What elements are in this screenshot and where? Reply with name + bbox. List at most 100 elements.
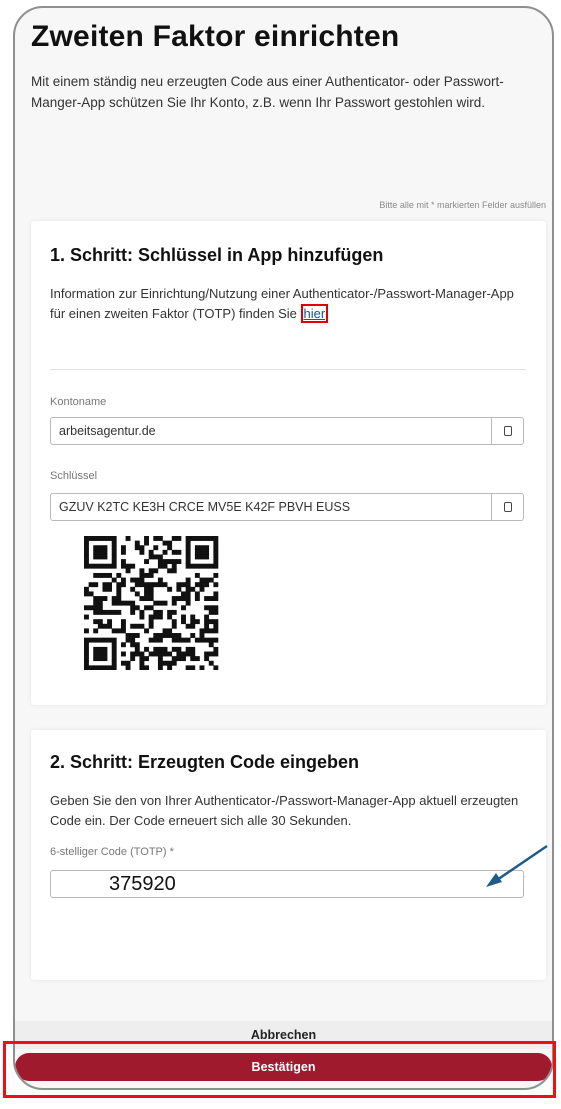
qr-module	[162, 549, 168, 555]
qr-module	[102, 554, 108, 560]
qr-module	[139, 614, 145, 620]
qr-module	[97, 623, 103, 629]
qr-module	[153, 582, 159, 588]
qr-module	[190, 651, 196, 657]
qr-module	[102, 637, 108, 643]
qr-module	[204, 656, 210, 662]
phone-frame: Zweiten Faktor einrichten Mit einem stän…	[13, 6, 554, 1090]
qr-module	[213, 559, 219, 565]
qr-module	[153, 609, 159, 615]
qr-module	[97, 646, 103, 652]
qr-module	[185, 536, 191, 541]
key-field[interactable]: GZUV K2TC KE3H CRCE MV5E K42F PBVH EUSS	[50, 493, 524, 521]
qr-module	[153, 554, 159, 560]
qr-module	[208, 651, 214, 657]
qr-module	[185, 554, 191, 560]
qr-module	[84, 536, 89, 541]
qr-module	[204, 614, 210, 620]
qr-module	[176, 637, 182, 643]
qr-module	[84, 559, 89, 565]
qr-module	[190, 563, 196, 569]
account-field[interactable]: arbeitsagentur.de	[50, 417, 524, 445]
qr-module	[111, 660, 117, 666]
qr-module	[93, 600, 99, 606]
qr-module	[139, 623, 145, 629]
qr-module	[190, 619, 196, 625]
qr-module	[139, 660, 145, 666]
qr-module	[194, 619, 200, 625]
qr-module	[176, 656, 182, 662]
step1-title: 1. Schritt: Schlüssel in App hinzufügen	[50, 245, 384, 265]
qr-module	[102, 609, 108, 615]
qr-module	[167, 660, 173, 666]
qr-module	[213, 554, 219, 560]
highlight-box: hier	[300, 304, 329, 323]
qr-module	[204, 651, 210, 657]
qr-module	[111, 651, 117, 657]
qr-module	[144, 628, 149, 634]
account-label: Kontoname	[50, 396, 107, 408]
qr-module	[190, 623, 196, 629]
qr-module	[176, 536, 182, 541]
qr-module	[162, 660, 168, 666]
qr-module	[167, 665, 173, 670]
qr-module	[153, 600, 159, 606]
qr-module	[204, 619, 210, 625]
qr-module	[176, 549, 182, 555]
qr-module	[204, 563, 210, 569]
qr-module	[162, 651, 168, 657]
qr-module	[157, 600, 163, 606]
qr-module	[111, 642, 117, 648]
qr-module	[167, 609, 173, 615]
qr-module	[139, 572, 145, 578]
qr-module	[144, 605, 149, 611]
qr-module	[84, 642, 89, 648]
qr-module	[185, 637, 191, 643]
qr-module	[107, 572, 113, 578]
qr-module	[93, 549, 99, 555]
qr-module	[162, 628, 168, 634]
qr-module	[111, 637, 117, 643]
qr-module	[204, 549, 210, 555]
qr-module	[107, 536, 113, 541]
qr-module	[185, 559, 191, 565]
qr-module	[125, 637, 131, 643]
qr-module	[167, 633, 173, 638]
qr-module	[97, 549, 103, 555]
qr-module	[185, 591, 191, 597]
qr-module	[194, 656, 200, 662]
qr-module	[93, 563, 99, 569]
qr-module	[176, 586, 182, 592]
key-label: Schlüssel	[50, 470, 98, 482]
qr-module	[148, 614, 154, 620]
qr-module	[181, 637, 186, 643]
qr-module	[194, 582, 200, 588]
qr-module	[185, 596, 191, 601]
qr-module	[204, 637, 210, 643]
qr-module	[111, 609, 117, 615]
qr-module	[157, 563, 163, 569]
qr-module	[84, 563, 89, 569]
qr-module	[97, 572, 103, 578]
qr-module	[130, 656, 136, 662]
qr-module	[148, 605, 154, 611]
qr-module	[157, 577, 163, 583]
copy-key-button[interactable]	[491, 494, 523, 520]
qr-module	[208, 596, 214, 601]
qr-module	[204, 582, 210, 588]
qr-module	[194, 549, 200, 555]
qr-module	[125, 568, 131, 574]
code-input[interactable]: 375920	[50, 870, 524, 898]
qr-module	[213, 609, 219, 615]
qr-module	[111, 600, 117, 606]
qr-module	[97, 545, 103, 551]
qr-module	[208, 660, 214, 666]
help-link[interactable]: hier	[304, 306, 326, 321]
qr-module	[88, 605, 94, 611]
qr-module	[93, 665, 99, 670]
qr-module	[116, 628, 122, 634]
qr-module	[102, 665, 108, 670]
qr-module	[167, 559, 173, 565]
qr-module	[208, 637, 214, 643]
copy-account-button[interactable]	[491, 418, 523, 444]
